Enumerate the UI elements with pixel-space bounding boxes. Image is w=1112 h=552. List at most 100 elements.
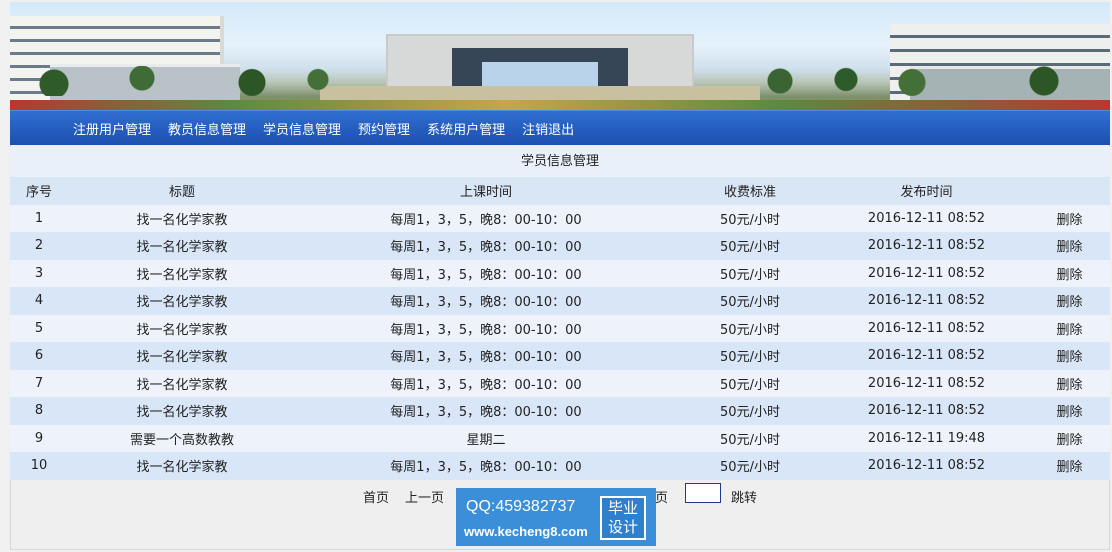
delete-link[interactable]: 删除 [1029,369,1110,397]
table-row: 1 找一名化学家教 每周1，3，5，晚8：00-10：00 50元/小时 201… [10,204,1110,232]
cell-date: 2016-12-11 08:52 [824,204,1029,232]
main-nav: 注册用户管理 教员信息管理 学员信息管理 预约管理 系统用户管理 注销退出 [10,110,1110,145]
header-time: 上课时间 [296,177,676,205]
student-table: 序号 标题 上课时间 收费标准 发布时间 1 找一名化学家教 每周1，3，5，晚… [10,177,1110,480]
nav-item-teachers[interactable]: 教员信息管理 [168,119,246,138]
delete-link[interactable]: 删除 [1029,342,1110,370]
cell-id: 6 [10,342,68,370]
nav-item-register-users[interactable]: 注册用户管理 [73,119,151,138]
watermark-badge-line1: 毕业 [607,499,638,517]
cell-id: 4 [10,287,68,315]
watermark: QQ:459382737 www.kecheng8.com 毕业 设计 [456,488,656,546]
banner-flowerbed [10,100,1110,110]
header-title: 标题 [68,177,296,205]
header-date: 发布时间 [824,177,1029,205]
cell-fee: 50元/小时 [676,259,824,287]
delete-link[interactable]: 删除 [1029,232,1110,260]
cell-fee: 50元/小时 [676,452,824,480]
cell-fee: 50元/小时 [676,232,824,260]
header-id: 序号 [10,177,68,205]
delete-link[interactable]: 删除 [1029,452,1110,480]
nav-item-appointments[interactable]: 预约管理 [358,119,410,138]
cell-time: 每周1，3，5，晚8：00-10：00 [296,204,676,232]
cell-date: 2016-12-11 08:52 [824,369,1029,397]
cell-date: 2016-12-11 08:52 [824,342,1029,370]
cell-date: 2016-12-11 08:52 [824,287,1029,315]
cell-title: 找一名化学家教 [68,397,296,425]
table-row: 8 找一名化学家教 每周1，3，5，晚8：00-10：00 50元/小时 201… [10,397,1110,425]
cell-date: 2016-12-11 19:48 [824,424,1029,452]
cell-title: 找一名化学家教 [68,342,296,370]
cell-date: 2016-12-11 08:52 [824,259,1029,287]
cell-title: 需要一个高数教教 [68,424,296,452]
delete-link[interactable]: 删除 [1029,259,1110,287]
cell-date: 2016-12-11 08:52 [824,397,1029,425]
cell-fee: 50元/小时 [676,204,824,232]
cell-date: 2016-12-11 08:52 [824,452,1029,480]
cell-time: 每周1，3，5，晚8：00-10：00 [296,452,676,480]
page-jump-input[interactable] [685,483,721,503]
watermark-badge: 毕业 设计 [600,496,646,540]
cell-title: 找一名化学家教 [68,204,296,232]
cell-id: 9 [10,424,68,452]
cell-fee: 50元/小时 [676,342,824,370]
table-row: 3 找一名化学家教 每周1，3，5，晚8：00-10：00 50元/小时 201… [10,259,1110,287]
cell-title: 找一名化学家教 [68,452,296,480]
delete-link[interactable]: 删除 [1029,397,1110,425]
cell-time: 每周1，3，5，晚8：00-10：00 [296,342,676,370]
cell-time: 每周1，3，5，晚8：00-10：00 [296,314,676,342]
nav-item-system-users[interactable]: 系统用户管理 [427,119,505,138]
header-fee: 收费标准 [676,177,824,205]
table-row: 5 找一名化学家教 每周1，3，5，晚8：00-10：00 50元/小时 201… [10,314,1110,342]
cell-id: 5 [10,314,68,342]
watermark-url: www.kecheng8.com [464,524,588,539]
cell-title: 找一名化学家教 [68,369,296,397]
cell-time: 每周1，3，5，晚8：00-10：00 [296,287,676,315]
cell-fee: 50元/小时 [676,397,824,425]
cell-id: 3 [10,259,68,287]
table-row: 2 找一名化学家教 每周1，3，5，晚8：00-10：00 50元/小时 201… [10,232,1110,260]
pager-first[interactable]: 首页 [363,487,389,506]
table-row: 4 找一名化学家教 每周1，3，5，晚8：00-10：00 50元/小时 201… [10,287,1110,315]
cell-title: 找一名化学家教 [68,287,296,315]
cell-date: 2016-12-11 08:52 [824,314,1029,342]
content-panel: 学员信息管理 序号 标题 上课时间 收费标准 发布时间 1 找一名化学家教 每周… [10,147,1110,480]
pager-jump-button[interactable]: 跳转 [731,487,757,506]
cell-title: 找一名化学家教 [68,314,296,342]
nav-item-logout[interactable]: 注销退出 [522,119,574,138]
cell-fee: 50元/小时 [676,424,824,452]
delete-link[interactable]: 删除 [1029,287,1110,315]
cell-time: 每周1，3，5，晚8：00-10：00 [296,369,676,397]
table-header-row: 序号 标题 上课时间 收费标准 发布时间 [10,177,1110,205]
campus-banner [10,2,1110,110]
table-row: 10 找一名化学家教 每周1，3，5，晚8：00-10：00 50元/小时 20… [10,452,1110,480]
header-op [1029,177,1110,205]
delete-link[interactable]: 删除 [1029,424,1110,452]
cell-time: 每周1，3，5，晚8：00-10：00 [296,397,676,425]
cell-time: 每周1，3，5，晚8：00-10：00 [296,232,676,260]
cell-title: 找一名化学家教 [68,259,296,287]
watermark-qq: QQ:459382737 [466,498,576,515]
cell-fee: 50元/小时 [676,369,824,397]
pager-prev[interactable]: 上一页 [405,487,444,506]
table-row: 7 找一名化学家教 每周1，3，5，晚8：00-10：00 50元/小时 201… [10,369,1110,397]
cell-date: 2016-12-11 08:52 [824,232,1029,260]
table-row: 9 需要一个高数教教 星期二 50元/小时 2016-12-11 19:48 删… [10,424,1110,452]
cell-id: 2 [10,232,68,260]
cell-id: 10 [10,452,68,480]
delete-link[interactable]: 删除 [1029,204,1110,232]
pager-page-suffix: 页 [655,491,669,506]
cell-fee: 50元/小时 [676,287,824,315]
cell-time: 星期二 [296,424,676,452]
table-row: 6 找一名化学家教 每周1，3，5，晚8：00-10：00 50元/小时 201… [10,342,1110,370]
cell-title: 找一名化学家教 [68,232,296,260]
cell-time: 每周1，3，5，晚8：00-10：00 [296,259,676,287]
watermark-badge-line2: 设计 [607,518,638,536]
cell-id: 1 [10,204,68,232]
cell-fee: 50元/小时 [676,314,824,342]
nav-item-students[interactable]: 学员信息管理 [263,119,341,138]
delete-link[interactable]: 删除 [1029,314,1110,342]
cell-id: 8 [10,397,68,425]
page-title: 学员信息管理 [10,147,1110,177]
banner-trees [10,66,1110,96]
